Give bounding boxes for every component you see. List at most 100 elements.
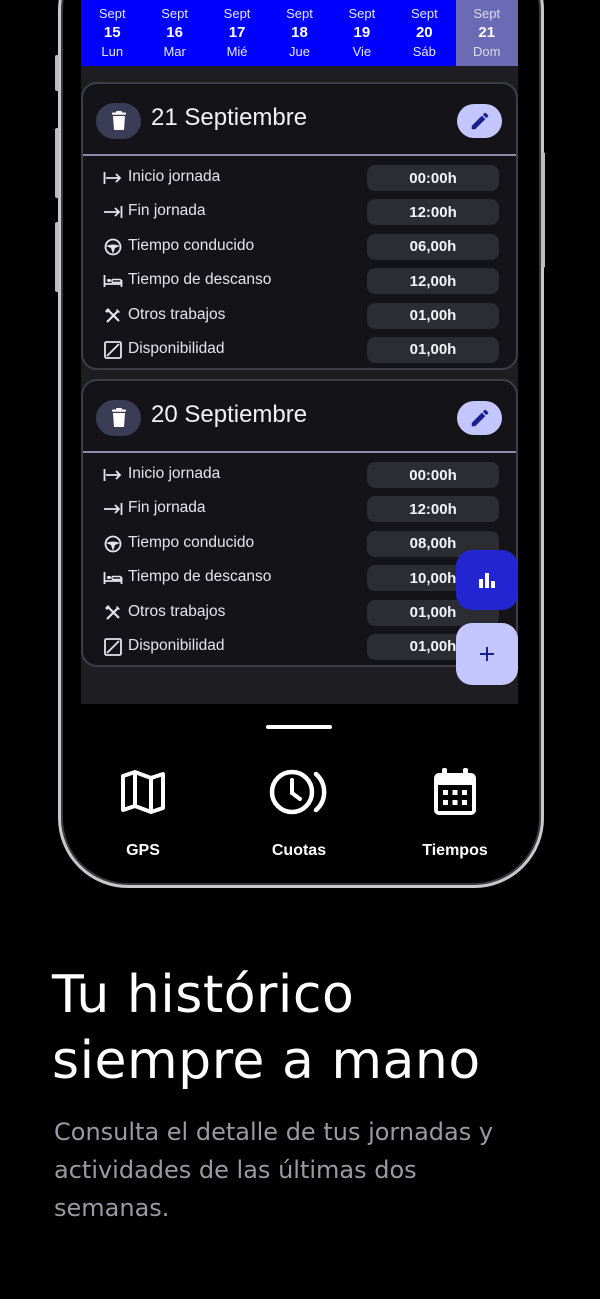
day-chip-selected[interactable]: Sept 21 Dom bbox=[455, 0, 518, 66]
list-item: Otros trabajos 01,00h bbox=[83, 298, 516, 332]
day-month: Sept bbox=[348, 6, 376, 21]
delete-button[interactable] bbox=[96, 103, 141, 139]
day-chip[interactable]: Sept 19 Vie bbox=[331, 0, 393, 66]
row-label: Fin jornada bbox=[128, 202, 206, 220]
list-item: Fin jornada 12:00h bbox=[83, 194, 516, 228]
row-value: 01,00h bbox=[367, 336, 499, 363]
availability-icon bbox=[103, 340, 123, 360]
phone-side-button bbox=[55, 55, 59, 91]
clock-icon bbox=[224, 760, 374, 824]
day-weekday: Jue bbox=[288, 44, 310, 59]
row-value: 01,00h bbox=[367, 302, 499, 329]
day-chip[interactable]: Sept 16 Mar bbox=[143, 0, 205, 66]
day-weekday: Sáb bbox=[412, 44, 436, 59]
row-label: Disponibilidad bbox=[128, 339, 225, 357]
day-month: Sept bbox=[286, 6, 313, 21]
row-label: Otros trabajos bbox=[128, 305, 226, 323]
card-header: 20 Septiembre bbox=[83, 381, 516, 453]
delete-button[interactable] bbox=[96, 400, 141, 436]
list-item: Tiempo de descanso 12,00h bbox=[83, 263, 516, 297]
day-month: Sept bbox=[223, 6, 251, 21]
calendar-icon bbox=[380, 760, 518, 824]
arrow-end-icon bbox=[103, 202, 123, 222]
map-icon bbox=[81, 760, 218, 824]
add-fab-button[interactable] bbox=[456, 623, 518, 685]
stats-fab-button[interactable] bbox=[456, 550, 518, 610]
row-label: Tiempo conducido bbox=[128, 236, 255, 254]
day-month: Sept bbox=[161, 6, 188, 21]
headline-line: Tu histórico bbox=[52, 965, 355, 1025]
headline-line: siempre a mano bbox=[52, 1031, 481, 1091]
pencil-icon bbox=[471, 112, 488, 130]
edit-button[interactable] bbox=[457, 104, 502, 138]
list-item: Disponibilidad 01,00h bbox=[83, 629, 516, 663]
subtext-line: Consulta el detalle de tus jornadas y bbox=[54, 1118, 494, 1146]
list-item: Tiempo conducido 08,00h bbox=[83, 526, 516, 560]
row-label: Tiempo conducido bbox=[128, 533, 255, 551]
day-number: 21 bbox=[478, 24, 496, 41]
day-records-list[interactable]: 21 Septiembre Inicio jornada 00:00h Fin … bbox=[81, 66, 518, 704]
day-weekday: Mié bbox=[226, 44, 248, 59]
trash-icon bbox=[111, 111, 126, 130]
row-label: Disponibilidad bbox=[128, 636, 225, 654]
list-item: Otros trabajos 01,00h bbox=[83, 595, 516, 629]
day-number: 17 bbox=[228, 24, 246, 41]
nav-label: Tiempos bbox=[422, 842, 488, 859]
card-header: 21 Septiembre bbox=[83, 84, 516, 156]
subtext-line: actividades de las últimas dos bbox=[54, 1156, 417, 1184]
list-item: Fin jornada 12:00h bbox=[83, 491, 516, 525]
steering-wheel-icon bbox=[103, 534, 123, 554]
phone-volume-down bbox=[55, 222, 59, 292]
row-label: Inicio jornada bbox=[128, 465, 221, 482]
card-rows: Inicio jornada 00:00h Fin jornada 12:00h… bbox=[83, 160, 516, 366]
day-chip[interactable]: Sept 17 Mié bbox=[206, 0, 268, 66]
day-number: 16 bbox=[166, 24, 183, 41]
nav-label: GPS bbox=[126, 842, 160, 859]
bed-icon bbox=[103, 271, 123, 291]
phone-volume-up bbox=[55, 128, 59, 198]
availability-icon bbox=[103, 637, 123, 657]
card-rows: Inicio jornada 00:00h Fin jornada 12:00h… bbox=[83, 457, 516, 663]
card-date-title: 21 Septiembre bbox=[151, 104, 308, 131]
pencil-icon bbox=[471, 409, 488, 427]
list-item: Inicio jornada 00:00h bbox=[83, 160, 516, 194]
list-item: Inicio jornada 00:00h bbox=[83, 457, 516, 491]
tools-icon bbox=[103, 306, 123, 326]
day-chip[interactable]: Sept 20 Sáb bbox=[393, 0, 455, 66]
sheet-handle[interactable] bbox=[266, 725, 332, 729]
row-label: Fin jornada bbox=[128, 499, 206, 517]
headline: Tu histórico siempre a mano bbox=[52, 962, 572, 1094]
row-value: 12,00h bbox=[367, 268, 499, 295]
day-weekday: Lun bbox=[101, 44, 124, 59]
day-record-card: 21 Septiembre Inicio jornada 00:00h Fin … bbox=[81, 82, 518, 370]
subtext-line: semanas. bbox=[54, 1194, 170, 1222]
day-number: 15 bbox=[103, 24, 121, 41]
row-label: Inicio jornada bbox=[128, 168, 221, 185]
row-label: Tiempo de descanso bbox=[128, 271, 272, 289]
day-weekday: Vie bbox=[352, 44, 372, 59]
day-month: Sept bbox=[98, 6, 126, 21]
row-value: 00:00h bbox=[367, 165, 499, 191]
day-record-card: 20 Septiembre Inicio jornada 00:00h Fin … bbox=[81, 379, 518, 667]
steering-wheel-icon bbox=[103, 237, 123, 257]
day-chip[interactable]: Sept 15 Lun bbox=[81, 0, 143, 66]
bed-icon bbox=[103, 568, 123, 588]
arrow-to-bar-icon bbox=[103, 465, 123, 485]
nav-item-cuotas[interactable]: Cuotas bbox=[224, 760, 374, 860]
list-item: Tiempo conducido 06,00h bbox=[83, 229, 516, 263]
arrow-to-bar-icon bbox=[103, 168, 123, 188]
row-label: Tiempo de descanso bbox=[128, 568, 272, 586]
day-chip[interactable]: Sept 18 Jue bbox=[268, 0, 330, 66]
nav-item-tiempos[interactable]: Tiempos bbox=[380, 760, 518, 860]
row-value: 06,00h bbox=[367, 233, 499, 260]
day-number: 20 bbox=[415, 24, 433, 41]
day-weekday: Dom bbox=[473, 44, 501, 59]
edit-button[interactable] bbox=[457, 401, 502, 435]
day-weekday: Mar bbox=[163, 44, 186, 59]
card-date-title: 20 Septiembre bbox=[151, 401, 308, 428]
subtext: Consulta el detalle de tus jornadas y ac… bbox=[54, 1113, 554, 1227]
day-number: 19 bbox=[353, 24, 371, 41]
nav-item-gps[interactable]: GPS bbox=[81, 760, 218, 860]
row-value: 00:00h bbox=[367, 462, 499, 488]
list-item: Tiempo de descanso 10,00h bbox=[83, 560, 516, 594]
